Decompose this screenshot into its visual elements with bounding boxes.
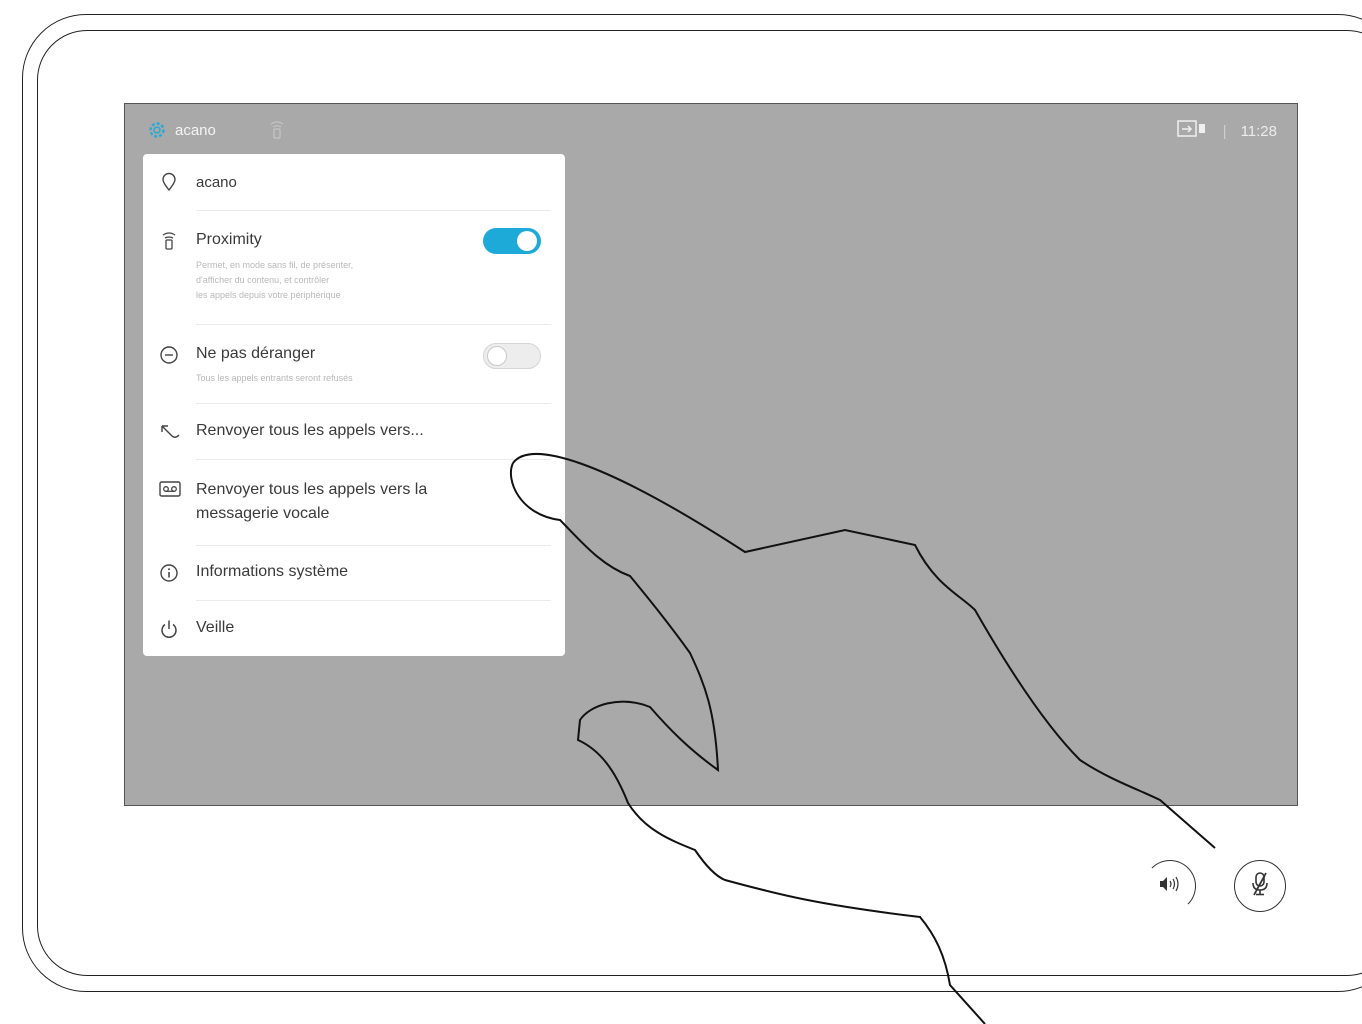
menu-item-do-not-disturb: Ne pas déranger Tous les appels entrants… xyxy=(143,325,565,403)
forward-calls-label: Renvoyer tous les appels vers... xyxy=(196,422,424,439)
system-info-label: Informations système xyxy=(196,563,349,580)
standby-label: Veille xyxy=(196,619,235,636)
speaker-icon xyxy=(1159,876,1181,897)
proximity-toggle[interactable] xyxy=(483,228,541,254)
call-forward-icon xyxy=(159,422,180,442)
menu-item-system-info[interactable]: Informations système xyxy=(143,546,565,600)
proximity-description-line: les appels depuis votre périphérique xyxy=(196,290,341,300)
device-name: acano xyxy=(175,121,216,139)
volume-button[interactable] xyxy=(1144,860,1196,912)
clock: 11:28 xyxy=(1240,122,1277,140)
microphone-muted-icon xyxy=(1249,871,1271,902)
proximity-description-line: Permet, en mode sans fil, de présenter, xyxy=(196,260,354,270)
info-icon xyxy=(159,563,179,583)
proximity-icon xyxy=(159,231,179,251)
toggle-knob xyxy=(517,231,537,251)
do-not-disturb-description: Tous les appels entrants seront refusés xyxy=(196,373,353,383)
forward-voicemail-label-line: messagerie vocale xyxy=(196,505,330,522)
device-settings-panel: acano Proximity Permet, en mode sans fil… xyxy=(143,154,565,656)
status-right: | 11:28 xyxy=(1176,120,1277,142)
proximity-status-icon xyxy=(270,121,284,139)
status-bar: acano | 11:28 xyxy=(125,104,1297,154)
device-menu-trigger[interactable]: acano xyxy=(147,120,284,140)
menu-item-forward-voicemail[interactable]: Renvoyer tous les appels vers la message… xyxy=(143,460,565,545)
power-icon xyxy=(159,619,179,639)
toggle-knob xyxy=(487,346,507,366)
location-pin-icon xyxy=(159,172,179,192)
do-not-disturb-label: Ne pas déranger xyxy=(196,345,316,362)
proximity-label: Proximity xyxy=(196,231,262,248)
voicemail-icon xyxy=(159,479,181,499)
touch-screen: acano | 11:28 acano Proximity Permet, en… xyxy=(124,103,1298,806)
do-not-disturb-toggle[interactable] xyxy=(483,343,541,369)
gear-icon xyxy=(147,120,167,140)
location-label: acano xyxy=(196,174,237,191)
mute-button[interactable] xyxy=(1234,860,1286,912)
status-divider: | xyxy=(1222,122,1227,140)
proximity-description-line: d'afficher du contenu, et contrôler xyxy=(196,275,330,285)
menu-item-proximity: Proximity Permet, en mode sans fil, de p… xyxy=(143,211,565,324)
forward-voicemail-label-line: Renvoyer tous les appels vers la xyxy=(196,481,428,498)
minus-circle-icon xyxy=(159,345,179,365)
forward-voicemail-label: Renvoyer tous les appels vers la message… xyxy=(196,478,427,526)
screen-share-icon[interactable] xyxy=(1176,120,1207,142)
menu-item-forward-calls[interactable]: Renvoyer tous les appels vers... xyxy=(143,404,565,459)
menu-item-location[interactable]: acano xyxy=(143,154,565,210)
proximity-description: Permet, en mode sans fil, de présenter, … xyxy=(196,258,476,303)
menu-item-standby[interactable]: Veille xyxy=(143,601,565,656)
